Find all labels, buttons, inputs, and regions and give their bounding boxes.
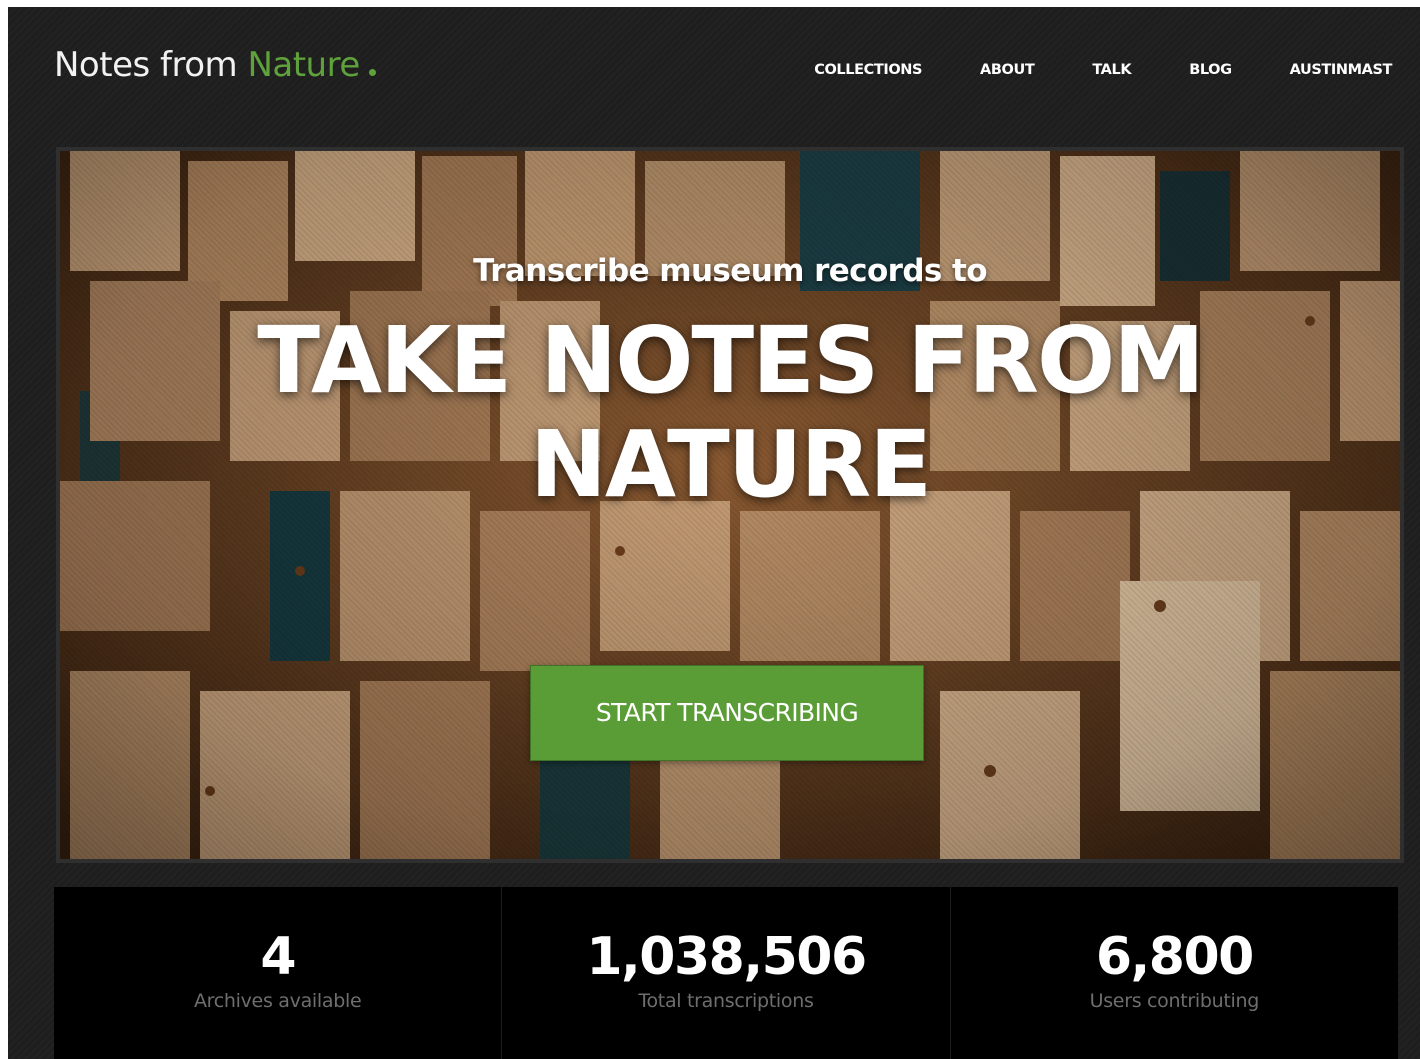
- stat-value: 1,038,506: [586, 927, 867, 987]
- brand-name-part1: Notes from: [54, 45, 248, 85]
- stat-value: 6,800: [1095, 927, 1254, 987]
- stat-archives: 4 Archives available: [54, 887, 503, 1059]
- nav-blog[interactable]: BLOG: [1189, 62, 1232, 78]
- hero-title-line2: NATURE: [529, 411, 932, 518]
- nav-about[interactable]: ABOUT: [980, 62, 1035, 78]
- stat-users: 6,800 Users contributing: [951, 887, 1398, 1059]
- nav-talk[interactable]: TALK: [1092, 62, 1131, 78]
- nav-user-profile[interactable]: AUSTINMAST: [1290, 62, 1393, 78]
- site-header: Notes from Nature COLLECTIONS ABOUT TALK…: [8, 7, 1420, 137]
- brand-name-part2: Nature: [247, 45, 360, 85]
- start-transcribing-button[interactable]: START TRANSCRIBING: [530, 665, 924, 761]
- main-nav: COLLECTIONS ABOUT TALK BLOG AUSTINMAST: [756, 62, 1392, 78]
- hero-subtitle: Transcribe museum records to: [473, 253, 987, 289]
- hero-title-line1: TAKE NOTES FROM: [257, 307, 1205, 414]
- stat-label: Archives available: [193, 990, 362, 1012]
- hero-banner: Transcribe museum records to TAKE NOTES …: [56, 147, 1404, 863]
- stats-bar: 4 Archives available 1,038,506 Total tra…: [54, 887, 1398, 1059]
- hero-title: TAKE NOTES FROM NATURE: [60, 309, 1400, 517]
- page: Notes from Nature COLLECTIONS ABOUT TALK…: [8, 7, 1420, 1059]
- stat-value: 4: [260, 927, 296, 987]
- site-logo[interactable]: Notes from Nature: [54, 45, 376, 85]
- brand-dot-icon: [368, 69, 376, 76]
- stat-label: Users contributing: [1089, 990, 1260, 1012]
- stat-transcriptions: 1,038,506 Total transcriptions: [502, 887, 951, 1059]
- stat-label: Total transcriptions: [638, 990, 814, 1012]
- nav-collections[interactable]: COLLECTIONS: [814, 62, 922, 78]
